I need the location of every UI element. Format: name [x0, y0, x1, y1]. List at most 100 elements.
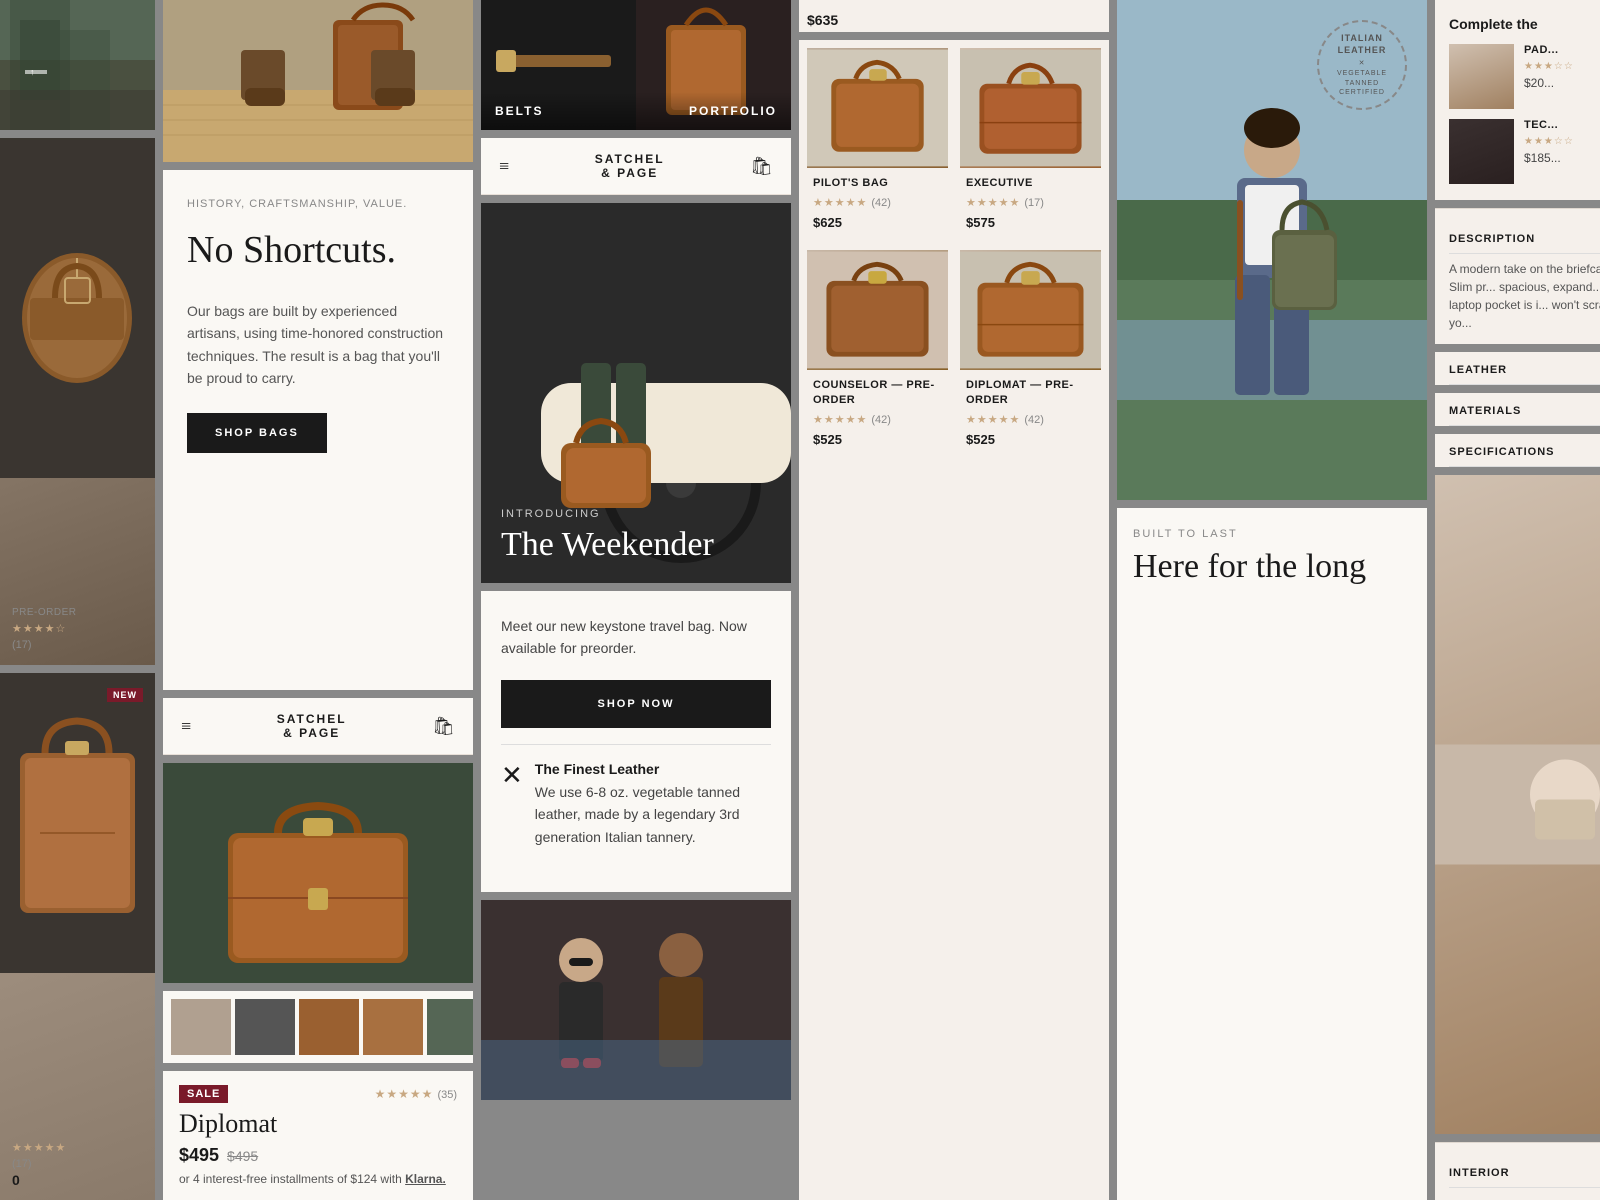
- portfolio-label: PORTFOLIO: [689, 104, 777, 118]
- interior-section: INTERIOR: [1435, 1142, 1600, 1200]
- col6-item1-name: PAD...: [1524, 44, 1600, 56]
- leather-feature: ✕ The Finest Leather We use 6-8 oz. vege…: [501, 761, 771, 868]
- col2-tagline: HISTORY, CRAFTSMANSHIP, VALUE.: [187, 198, 449, 210]
- belts-label: BELTS: [495, 104, 543, 118]
- col6-item1-price: $20...: [1524, 76, 1600, 90]
- col3-navbar: ≡ SATCHEL & PAGE 🛍: [481, 138, 791, 195]
- shop-now-section: Meet our new keystone travel bag. Now av…: [481, 591, 791, 892]
- bag-cart-icon[interactable]: 🛍: [432, 716, 455, 737]
- col6-header: Complete the PAD... ★★★☆☆ $20... TEC... …: [1435, 0, 1600, 200]
- col-2: HISTORY, CRAFTSMANSHIP, VALUE. No Shortc…: [163, 0, 473, 1200]
- product-counselor[interactable]: COUNSELOR — PRE-ORDER ★★★★★ (42) $525: [807, 250, 948, 455]
- pilots-bag-img: [807, 48, 948, 168]
- executive-svg: [960, 48, 1101, 168]
- product-diplomat[interactable]: DIPLOMAT — PRE-ORDER ★★★★★ (42) $525: [960, 250, 1101, 455]
- section-divider: [501, 744, 771, 745]
- thumb-5[interactable]: [427, 999, 473, 1055]
- executive-rating: (17): [1024, 197, 1044, 209]
- diplomat-bag-illustration: [163, 763, 473, 983]
- outdoor-photo: ITALIAN LEATHER ✕ VEGETABLE TANNED CERTI…: [1117, 0, 1427, 500]
- col6-thumb-2: [1449, 119, 1514, 184]
- pre-order-label: PRE-ORDER: [12, 607, 77, 618]
- bag2-illustration: [0, 673, 155, 973]
- thumb-4[interactable]: [363, 999, 423, 1055]
- col1-rating1: (17): [12, 639, 32, 651]
- col6-item-1[interactable]: PAD... ★★★☆☆ $20...: [1449, 44, 1600, 109]
- col3-logo-line2: & PAGE: [595, 166, 665, 180]
- product-name: Diplomat: [179, 1109, 457, 1139]
- col2-headline: No Shortcuts.: [187, 230, 449, 272]
- counselor-svg: [807, 250, 948, 370]
- thumb-1[interactable]: [171, 999, 231, 1055]
- diplomat-price: $525: [966, 432, 1095, 447]
- counselor-rating: (42): [871, 414, 891, 426]
- counselor-img: [807, 250, 948, 370]
- pilots-bag-svg: [807, 48, 948, 168]
- col-1: ↑ PRE-ORDER ★★★★☆ (17): [0, 0, 155, 1200]
- leather-label: LEATHER: [1449, 352, 1600, 385]
- col6-item2-stars: ★★★☆☆: [1524, 136, 1574, 147]
- people-illustration: [481, 900, 791, 1100]
- counselor-stars: ★★★★★: [813, 414, 867, 426]
- klarna-installment: or 4 interest-free installments of $124 …: [179, 1172, 457, 1186]
- col-6: Complete the PAD... ★★★☆☆ $20... TEC... …: [1435, 0, 1600, 1200]
- leather-feature-text: The Finest Leather We use 6-8 oz. vegeta…: [535, 761, 771, 868]
- street-photo: ↑: [0, 0, 155, 130]
- executive-price: $575: [966, 215, 1095, 230]
- here-headline: Here for the long: [1133, 548, 1411, 585]
- description-label: DESCRIPTION: [1449, 221, 1600, 254]
- interior-label: INTERIOR: [1449, 1155, 1600, 1188]
- thumb-3[interactable]: [299, 999, 359, 1055]
- products-grid: PILOT'S BAG ★★★★★ (42) $625: [799, 40, 1109, 463]
- col6-item2-info: TEC... ★★★☆☆ $185...: [1524, 119, 1600, 165]
- new-badge: NEW: [107, 688, 143, 702]
- col1-stars2: ★★★★★: [12, 1141, 66, 1154]
- col-4: $635 PILOT'S BAG: [799, 0, 1109, 1200]
- col1-price: 0: [12, 1172, 66, 1188]
- col6-item2-price: $185...: [1524, 151, 1600, 165]
- shop-bags-button[interactable]: SHOP BAGS: [187, 413, 327, 453]
- italian-leather-stamp: ITALIAN LEATHER ✕ VEGETABLE TANNED CERTI…: [1317, 20, 1407, 110]
- col-3: BELTS PORTFOLIO ≡ SATCHEL & PAGE 🛍: [481, 0, 791, 1200]
- col2-body: Our bags are built by experienced artisa…: [187, 300, 449, 390]
- shop-now-button[interactable]: SHOP NOW: [501, 680, 771, 728]
- col1-bag2: NEW ★★★★★ (17) 0: [0, 673, 155, 1200]
- col2-main-content: HISTORY, CRAFTSMANSHIP, VALUE. No Shortc…: [163, 170, 473, 690]
- product-price-old: $495: [227, 1148, 258, 1164]
- stamp-sub: VEGETABLE TANNED: [1319, 69, 1405, 89]
- col1-stars1: ★★★★☆: [12, 622, 77, 635]
- counselor-price: $525: [813, 432, 942, 447]
- stamp-cert: CERTIFIED: [1319, 88, 1405, 98]
- executive-name: EXECUTIVE: [966, 176, 1095, 190]
- belts-portfolio-img: BELTS PORTFOLIO: [481, 0, 791, 130]
- col2-photo: [163, 0, 473, 162]
- sale-badge: SALE: [179, 1085, 228, 1103]
- products-grid-container: PILOT'S BAG ★★★★★ (42) $625: [799, 40, 1109, 1200]
- product-pilots-bag[interactable]: PILOT'S BAG ★★★★★ (42) $625: [807, 48, 948, 238]
- col6-item1-stars: ★★★☆☆: [1524, 61, 1574, 72]
- price-top: $635: [807, 8, 1101, 32]
- executive-img: [960, 48, 1101, 168]
- col3-bag-icon[interactable]: 🛍: [750, 156, 773, 177]
- street-illustration: ↑: [0, 0, 155, 130]
- col6-bottom-img: [1435, 475, 1600, 1134]
- intro-title: The Weekender: [501, 526, 714, 563]
- product-rating-count: (35): [437, 1089, 457, 1101]
- complete-label: Complete the: [1449, 16, 1600, 32]
- hamburger-icon[interactable]: ≡: [181, 716, 191, 737]
- col3-logo: SATCHEL & PAGE: [595, 152, 665, 180]
- feature-desc: We use 6-8 oz. vegetable tanned leather,…: [535, 781, 771, 848]
- col6-item-2[interactable]: TEC... ★★★☆☆ $185...: [1449, 119, 1600, 184]
- thumb-2[interactable]: [235, 999, 295, 1055]
- built-to-last-section: BUILT TO LAST Here for the long: [1117, 508, 1427, 1200]
- description-text: A modern take on the briefcase. Slim pr.…: [1449, 260, 1600, 332]
- col1-bag1: PRE-ORDER ★★★★☆ (17): [0, 138, 155, 665]
- feature-name: The Finest Leather: [535, 761, 771, 777]
- diplomat-stars: ★★★★★: [966, 414, 1020, 426]
- col3-hamburger-icon[interactable]: ≡: [499, 156, 509, 177]
- weekender-desc: Meet our new keystone travel bag. Now av…: [501, 615, 771, 660]
- col1-rating2: (17): [12, 1158, 32, 1170]
- col6-item1-info: PAD... ★★★☆☆ $20...: [1524, 44, 1600, 90]
- specifications-label: SPECIFICATIONS: [1449, 434, 1600, 467]
- product-executive[interactable]: EXECUTIVE ★★★★★ (17) $575: [960, 48, 1101, 238]
